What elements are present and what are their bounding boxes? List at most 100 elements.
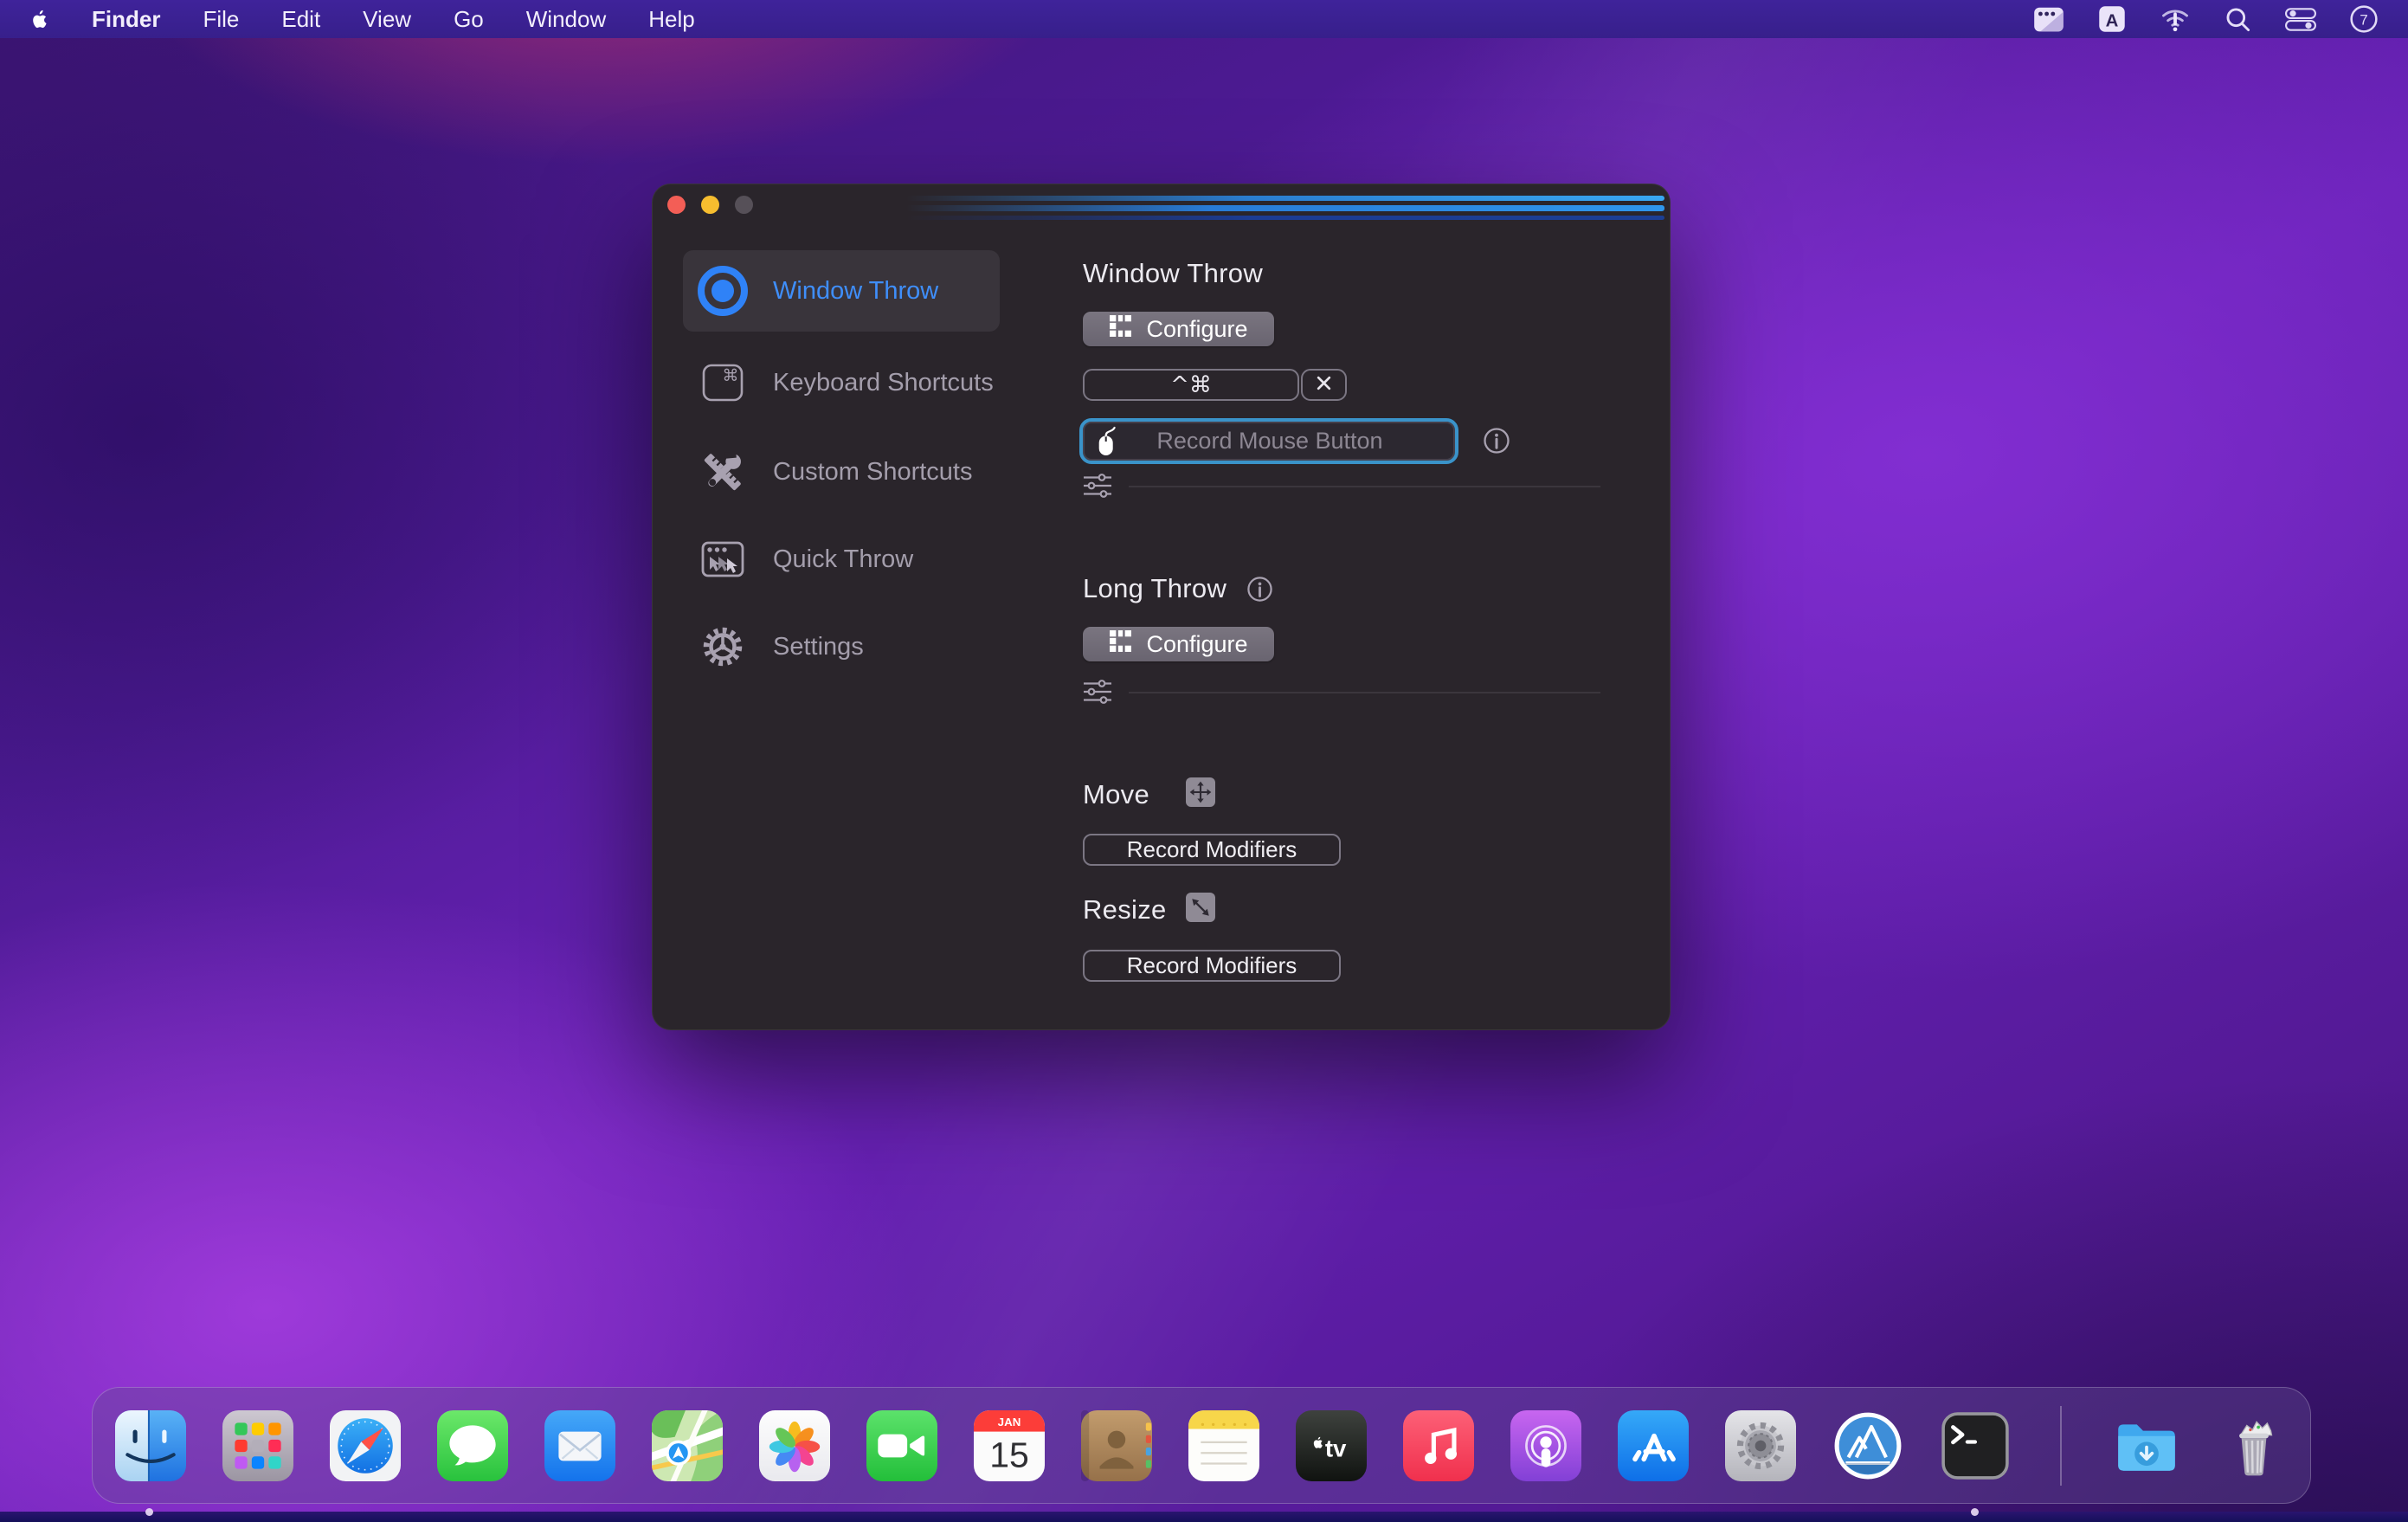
tv-icon: tv [1296, 1410, 1367, 1481]
dock-icon-safari[interactable] [330, 1410, 401, 1481]
dock-icon-trash[interactable] [2218, 1410, 2289, 1481]
menu-file[interactable]: File [203, 6, 239, 33]
mouse-icon [1095, 425, 1123, 458]
x-icon [1315, 374, 1333, 397]
info-icon-long-throw[interactable] [1246, 575, 1274, 603]
dock-icon-tv[interactable]: tv [1296, 1410, 1367, 1481]
dock-icon-mosaic[interactable] [1832, 1410, 1903, 1481]
dock-icon-finder[interactable] [115, 1410, 186, 1481]
menu-window[interactable]: Window [526, 6, 606, 33]
dock-icon-photos[interactable] [759, 1410, 830, 1481]
divider [1129, 692, 1600, 693]
dock-icon-calendar[interactable]: JAN 15 [974, 1410, 1045, 1481]
sidebar-item-window-throw[interactable]: Window Throw [683, 250, 1000, 332]
dock-icon-downloads[interactable] [2111, 1410, 2182, 1481]
sidebar-label: Window Throw [773, 277, 938, 306]
clear-shortcut-button[interactable] [1301, 369, 1347, 401]
resize-record-modifiers-button[interactable]: Record Modifiers [1083, 950, 1341, 982]
move-key-icon [1186, 777, 1215, 807]
messages-icon [437, 1410, 508, 1481]
input-source-letter: A [2106, 12, 2119, 31]
dock-icon-notes[interactable] [1188, 1410, 1259, 1481]
app-window: Window Throw ⌘ Keyboard Shortcuts [652, 184, 1671, 1030]
safari-icon [330, 1410, 401, 1481]
long-throw-configure-button[interactable]: Configure [1083, 627, 1274, 661]
downloads-folder-icon [2111, 1410, 2182, 1481]
menu-go[interactable]: Go [454, 6, 484, 33]
maps-icon [652, 1410, 723, 1481]
tools-icon [695, 444, 750, 500]
dock-icon-contacts[interactable] [1081, 1410, 1152, 1481]
menu-edit[interactable]: Edit [281, 6, 320, 33]
dock-divider [2060, 1406, 2062, 1486]
svg-text:tv: tv [1325, 1435, 1347, 1461]
titlebar-blue-streak [906, 195, 1664, 221]
dock-icon-mail[interactable] [544, 1410, 615, 1481]
configure-label: Configure [1146, 316, 1247, 343]
dock-icon-maps[interactable] [652, 1410, 723, 1481]
sidebar-item-quick-throw[interactable]: Quick Throw [683, 525, 1000, 594]
grid-layout-icon [1109, 629, 1132, 659]
close-button[interactable] [667, 196, 686, 214]
minimize-button[interactable] [701, 196, 719, 214]
window-throw-shortcut-field[interactable]: ^⌘ [1083, 369, 1299, 401]
menu-help[interactable]: Help [648, 6, 694, 33]
shortcut-value: ^⌘ [1170, 372, 1212, 398]
dock-icon-podcasts[interactable] [1510, 1410, 1581, 1481]
mail-icon [544, 1410, 615, 1481]
app-store-icon [1618, 1410, 1689, 1481]
clock-icon[interactable]: 7 [2349, 4, 2379, 34]
clock-label: 7 [2360, 11, 2367, 28]
sliders-icon-long-throw[interactable] [1082, 679, 1113, 709]
dock-icon-system-preferences[interactable] [1725, 1410, 1796, 1481]
dock-icon-app-store[interactable] [1618, 1410, 1689, 1481]
app-window-icon[interactable] [2033, 3, 2064, 35]
notes-icon [1188, 1410, 1259, 1481]
system-preferences-icon [1725, 1410, 1796, 1481]
input-source-icon[interactable]: A [2097, 4, 2127, 34]
zoom-button-disabled [735, 196, 753, 214]
sliders-icon-window-throw[interactable] [1082, 473, 1113, 503]
dock-icon-music[interactable] [1403, 1410, 1474, 1481]
calendar-month: JAN [998, 1415, 1021, 1428]
finder-icon [115, 1410, 186, 1481]
calendar-icon: JAN 15 [974, 1410, 1045, 1481]
sidebar-label: Quick Throw [773, 545, 913, 574]
running-indicator-terminal [1971, 1508, 1979, 1516]
menu-view[interactable]: View [363, 6, 411, 33]
sidebar-label: Keyboard Shortcuts [773, 369, 994, 397]
sidebar-item-custom-shortcuts[interactable]: Custom Shortcuts [683, 437, 1000, 506]
wifi-alert-icon[interactable] [2160, 3, 2191, 35]
sidebar-label: Settings [773, 633, 864, 661]
spotlight-icon[interactable] [2224, 5, 2252, 34]
window-throw-configure-button[interactable]: Configure [1083, 312, 1274, 346]
section-heading-window-throw: Window Throw [1083, 258, 1263, 289]
dock-icon-facetime[interactable] [866, 1410, 937, 1481]
sidebar-item-keyboard-shortcuts[interactable]: ⌘ Keyboard Shortcuts [683, 348, 1000, 417]
contacts-icon [1081, 1410, 1152, 1481]
gear-icon [695, 619, 750, 674]
apple-menu-icon[interactable] [26, 8, 49, 31]
dock: JAN 15 [92, 1387, 2311, 1504]
dock-icon-launchpad[interactable] [222, 1410, 293, 1481]
podcasts-icon [1510, 1410, 1581, 1481]
dock-icon-messages[interactable] [437, 1410, 508, 1481]
grid-layout-icon [1109, 314, 1132, 344]
calendar-day: 15 [989, 1435, 1029, 1474]
resize-key-icon [1186, 893, 1215, 922]
screen-bottom-edge [0, 1512, 2408, 1522]
menu-app-name[interactable]: Finder [92, 6, 160, 33]
control-center-icon[interactable] [2285, 8, 2316, 31]
svg-text:⌘: ⌘ [723, 366, 739, 385]
record-mouse-placeholder: Record Mouse Button [1123, 428, 1455, 455]
divider [1129, 486, 1600, 487]
dock-icon-terminal[interactable] [1940, 1410, 2011, 1481]
sidebar-item-settings[interactable]: Settings [683, 612, 1000, 681]
move-label: Move [1083, 779, 1149, 810]
record-mouse-button-field[interactable]: Record Mouse Button [1079, 418, 1458, 464]
move-record-modifiers-button[interactable]: Record Modifiers [1083, 834, 1341, 866]
menu-bar: Finder File Edit View Go Window Help A [0, 0, 2408, 38]
music-icon [1403, 1410, 1474, 1481]
info-icon-record-mouse[interactable] [1482, 426, 1511, 460]
configure-label: Configure [1146, 631, 1247, 658]
